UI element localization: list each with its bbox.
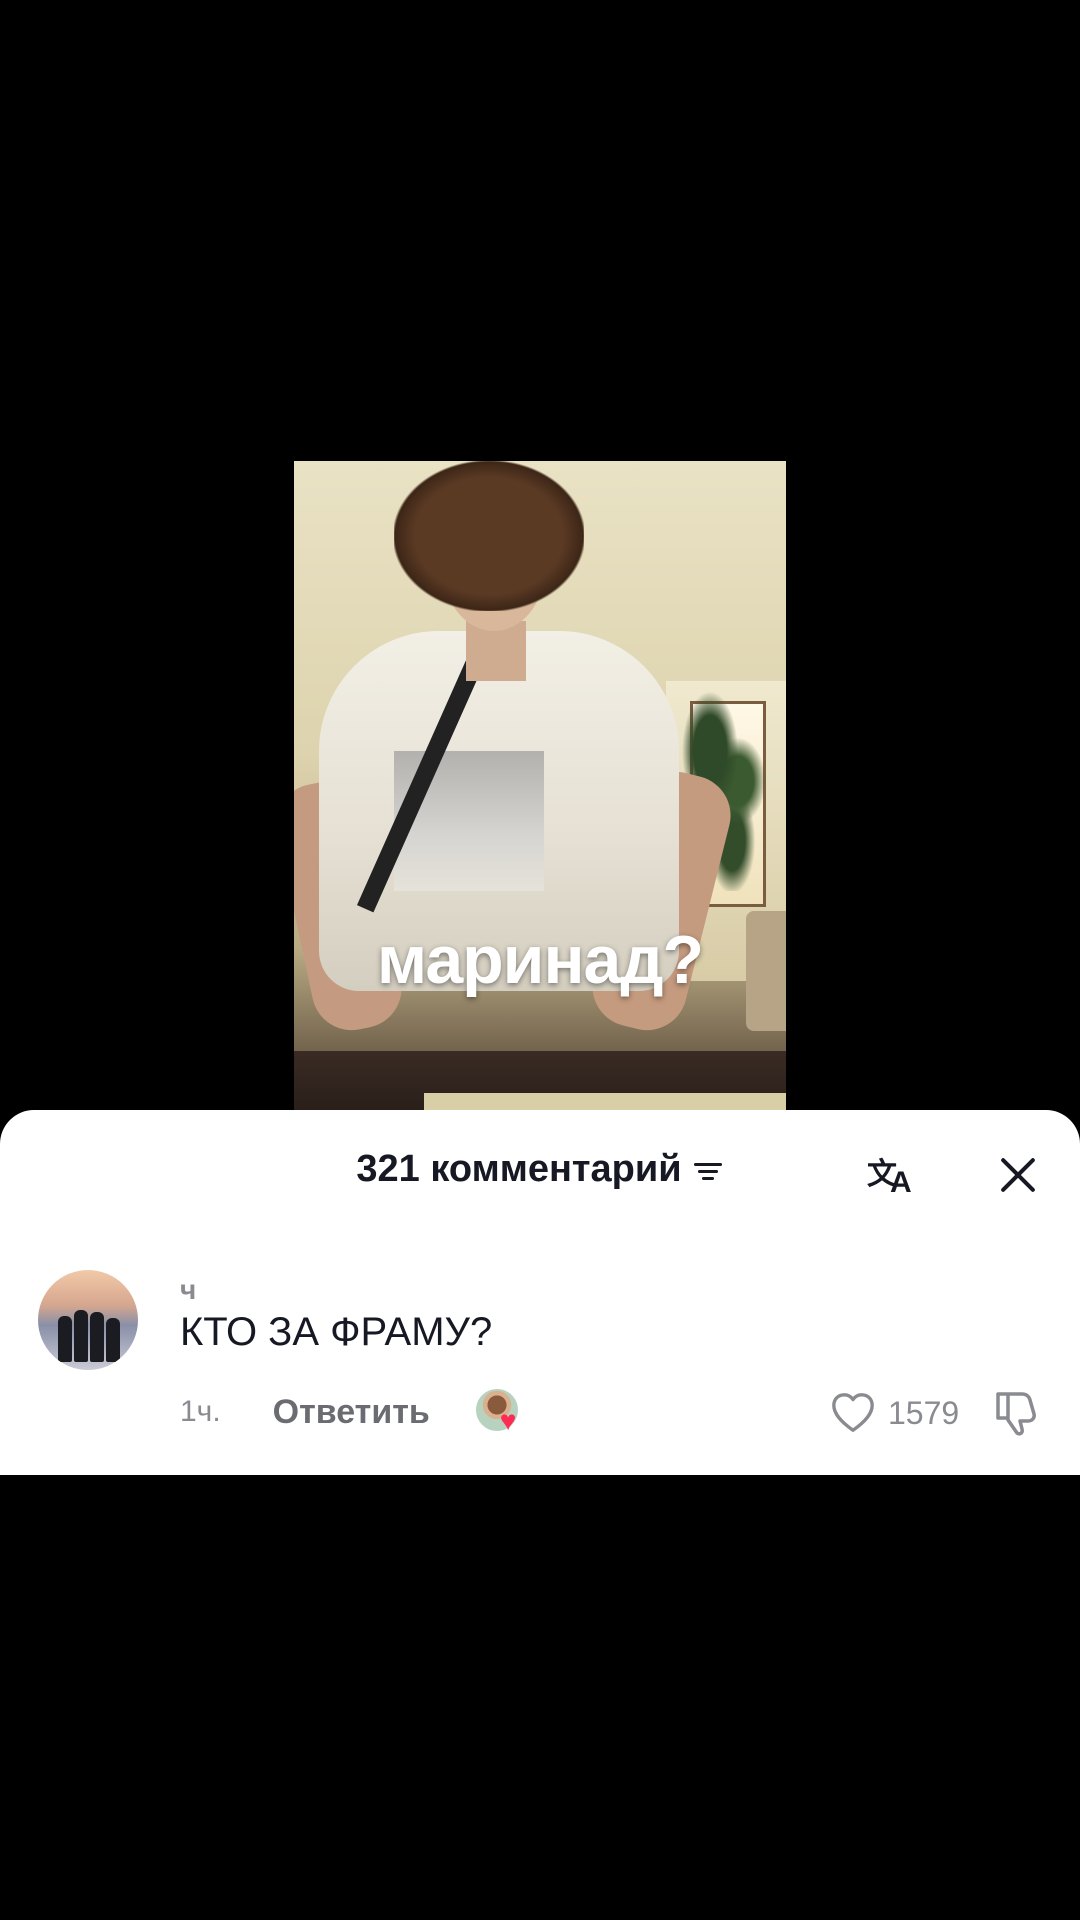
comment-text: КТО ЗА ФРАМУ? xyxy=(180,1310,493,1354)
comment-meta: 1ч. Ответить ♥ xyxy=(180,1387,524,1437)
comments-title-wrap: 321 комментарий xyxy=(0,1148,1080,1191)
video-frame[interactable]: маринад? xyxy=(294,461,786,1110)
translate-icon[interactable]: 文 A xyxy=(866,1150,918,1199)
comment-author[interactable]: ч xyxy=(180,1274,196,1306)
like-count: 1579 xyxy=(888,1394,960,1431)
comments-header: 321 комментарий 文 A xyxy=(0,1110,1080,1230)
svg-text:A: A xyxy=(890,1166,912,1198)
reply-button[interactable]: Ответить xyxy=(273,1393,430,1432)
person-hair xyxy=(394,461,584,611)
paper-sheet xyxy=(424,1093,786,1110)
comment-time: 1ч. xyxy=(180,1395,221,1428)
heart-outline-icon xyxy=(832,1393,874,1432)
video-player[interactable]: маринад? xyxy=(0,0,1080,1110)
video-caption: маринад? xyxy=(376,922,704,998)
comment-item[interactable]: ч КТО ЗА ФРАМУ? 1ч. Ответить ♥ 1579 xyxy=(0,1260,1080,1460)
comments-count-title: 321 комментарий xyxy=(356,1148,682,1190)
commenter-avatar[interactable] xyxy=(38,1270,138,1370)
creator-liked-badge: ♥ xyxy=(473,1387,524,1437)
sort-icon xyxy=(693,1157,724,1183)
comments-sheet: 321 комментарий 文 A ч КТО ЗА ФРАМУ? 1ч. … xyxy=(0,1110,1080,1475)
comments-sort-button[interactable]: 321 комментарий xyxy=(356,1148,723,1191)
close-icon[interactable] xyxy=(998,1154,1038,1194)
dislike-icon[interactable] xyxy=(992,1388,1042,1438)
like-button[interactable]: 1579 xyxy=(830,1388,959,1438)
heart-filled-icon: ♥ xyxy=(499,1405,517,1436)
